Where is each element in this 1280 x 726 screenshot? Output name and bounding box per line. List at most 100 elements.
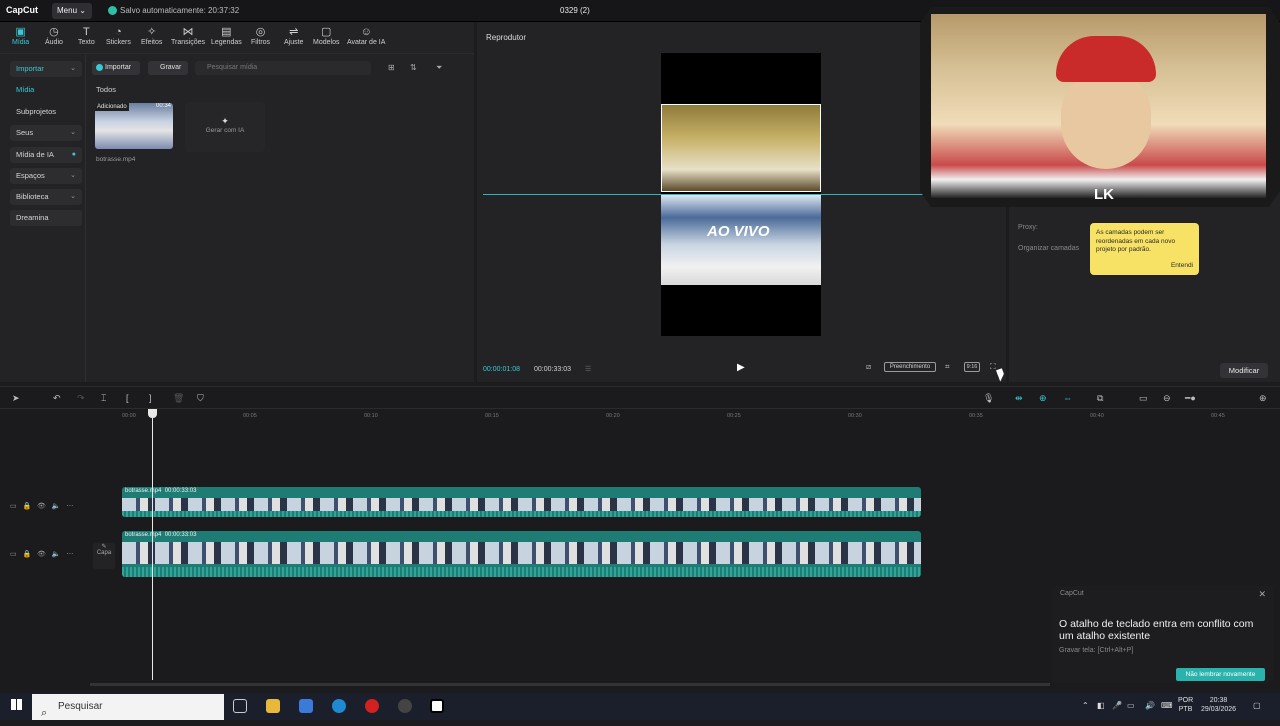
speaker-icon[interactable]: 🔈 <box>52 551 61 558</box>
sidebar-item-biblioteca[interactable]: Biblioteca ⌄ <box>10 189 82 205</box>
sidebar: Importar ⌄ Mídia Subprojetos Seus ⌄ Mídia … <box>0 55 86 382</box>
tool-transitions[interactable]: ⋈ Transições <box>171 26 205 46</box>
speaker-icon[interactable]: 🔈 <box>52 503 61 510</box>
opera-icon[interactable] <box>365 699 379 713</box>
play-icon[interactable]: ▶ <box>737 362 745 373</box>
tray-icon[interactable]: ◧ <box>1097 701 1105 710</box>
sidebar-item-seus[interactable]: Seus ⌄ <box>10 125 82 141</box>
caption-icon[interactable]: ▭ <box>1139 393 1148 404</box>
volume-icon[interactable]: 🔊 <box>1145 701 1155 710</box>
playhead-handle[interactable] <box>148 409 157 418</box>
video-clip-1[interactable]: botrasse.mp4 00:00:33:03 <box>122 487 921 517</box>
sticker-icon: ◔ <box>115 26 122 38</box>
eye-icon[interactable]: 👁 <box>37 503 46 510</box>
aspect-ratio-button[interactable]: 9:16 <box>964 362 980 372</box>
language-icon[interactable]: ⌨ <box>1161 701 1173 710</box>
tool-templates[interactable]: ▢ Modelos <box>313 26 339 46</box>
player-title: Reprodutor <box>486 33 527 42</box>
select-tool-icon[interactable]: ➤ <box>12 393 20 404</box>
close-icon[interactable]: ✕ <box>1258 589 1266 600</box>
notification-app: CapCut <box>1060 590 1084 597</box>
sidebar-item-midia-ia[interactable]: Mídia de IA ● <box>10 147 82 163</box>
capcut-taskbar-icon[interactable] <box>430 699 444 713</box>
chevron-up-icon[interactable]: ⌃ <box>1082 701 1089 710</box>
split-icon[interactable]: ⌶ <box>101 393 106 404</box>
redo-icon[interactable]: ↷ <box>77 393 85 404</box>
more-icon[interactable]: ⋯ <box>66 503 73 510</box>
tooltip-ok-button[interactable]: Entendi <box>1171 262 1193 271</box>
tool-text[interactable]: T Texto <box>78 26 95 46</box>
tool-captions[interactable]: ▤ Legendas <box>211 26 242 46</box>
link-icon[interactable]: ⇹ <box>1015 393 1023 404</box>
lock-icon[interactable]: 🔒 <box>22 503 31 510</box>
fill-mode-button[interactable]: Preenchimento <box>884 362 936 372</box>
ruler-tick: 00:15 <box>485 413 499 419</box>
main-video-layer[interactable]: AO VIVO <box>661 195 821 285</box>
edge-icon[interactable] <box>332 699 346 713</box>
tool-media[interactable]: ▣ Mídia <box>12 26 29 46</box>
eye-icon[interactable]: 👁 <box>37 551 46 558</box>
lock-icon[interactable]: 🔒 <box>22 551 31 558</box>
track-icon[interactable]: ▭ <box>10 503 17 510</box>
trim-left-icon[interactable]: [ <box>126 393 129 403</box>
media-search-input[interactable]: Pesquisar mídia <box>195 61 371 75</box>
sidebar-item-dreamina[interactable]: Dreamina <box>10 210 82 226</box>
crop-icon[interactable]: ⧄ <box>866 362 871 372</box>
tool-stickers[interactable]: ◔ Stickers <box>106 26 131 46</box>
network-icon[interactable]: ▭ <box>1127 701 1135 710</box>
magnet-icon[interactable]: ⊕ <box>1039 393 1047 404</box>
microphone-icon[interactable]: 🎙 <box>983 393 994 404</box>
filter-icon[interactable]: ⏷ <box>436 63 442 73</box>
person-face <box>1061 69 1151 169</box>
tool-filters[interactable]: ◎ Filtros <box>251 26 270 46</box>
obs-icon[interactable] <box>398 699 412 713</box>
grid-view-icon[interactable]: ⊞ <box>388 63 395 72</box>
dont-remind-button[interactable]: Não lembrar novamente <box>1176 668 1265 681</box>
video-clip-2[interactable]: botrasse.mp4 00:00:33:03 <box>122 531 921 577</box>
delete-icon[interactable]: 🗑 <box>173 393 184 404</box>
sidebar-item-midia[interactable]: Mídia <box>10 82 82 98</box>
notifications-icon[interactable]: ▢ <box>1253 701 1261 710</box>
task-view-icon[interactable] <box>233 699 247 713</box>
timeline-scrollbar[interactable] <box>90 683 1050 686</box>
sidebar-item-espacos[interactable]: Espaços ⌄ <box>10 168 82 184</box>
sort-icon[interactable]: ⇅ <box>410 63 417 72</box>
sidebar-item-subprojetos[interactable]: Subprojetos <box>10 104 82 120</box>
tool-audio[interactable]: ◷ Áudio <box>45 26 63 46</box>
zoom-slider[interactable]: ━● <box>1185 393 1196 404</box>
time-ruler[interactable]: 00:00 00:05 00:10 00:15 00:20 00:25 00:3… <box>0 410 1280 424</box>
undo-icon[interactable]: ↶ <box>53 393 61 404</box>
snap-icon[interactable]: ⇔ <box>1063 393 1072 403</box>
windows-start-icon[interactable] <box>11 699 22 710</box>
file-explorer-icon[interactable] <box>266 699 280 713</box>
media-thumbnail[interactable]: Adicionado 00:34 <box>95 103 173 149</box>
webcam-layer[interactable] <box>661 104 821 192</box>
tool-effects[interactable]: ✧ Efeitos <box>141 26 162 46</box>
zoom-out-icon[interactable]: ⊖ <box>1163 393 1171 404</box>
marker-icon[interactable]: ⛉ <box>197 393 204 404</box>
cover-button[interactable]: ✎ Capa <box>93 543 115 569</box>
system-clock[interactable]: 20:38 29/03/2026 <box>1201 696 1236 714</box>
store-icon[interactable] <box>299 699 313 713</box>
menu-button[interactable]: Menu ⌄ <box>52 3 92 19</box>
microphone-tray-icon[interactable]: 🎤 <box>1112 701 1122 710</box>
trim-right-icon[interactable]: ] <box>149 393 152 403</box>
tool-adjust[interactable]: ⇌ Ajuste <box>284 26 303 46</box>
playhead[interactable] <box>152 410 153 680</box>
screenshot-icon[interactable]: ⌗ <box>945 362 950 372</box>
input-language[interactable]: POR PTB <box>1178 696 1193 714</box>
chevron-down-icon: ⌄ <box>70 129 76 136</box>
fullscreen-icon[interactable]: ⛶ <box>990 362 996 372</box>
zoom-fit-icon[interactable]: ⊕ <box>1259 393 1267 404</box>
taskbar-search[interactable]: ⌕ Pesquisar <box>32 694 224 720</box>
list-icon[interactable]: ☰ <box>585 365 591 373</box>
more-icon[interactable]: ⋯ <box>66 551 73 558</box>
ruler-tick: 00:30 <box>848 413 862 419</box>
modify-button[interactable]: Modificar <box>1220 363 1268 378</box>
preview-axis-icon[interactable]: ⧉ <box>1097 393 1103 404</box>
track-icon[interactable]: ▭ <box>10 551 17 558</box>
generate-ai-card[interactable]: ✦ Gerar com IA <box>185 102 265 152</box>
sidebar-item-importar[interactable]: Importar ⌄ <box>10 61 82 77</box>
tool-avatar[interactable]: ☺ Avatar de IA <box>347 26 385 46</box>
record-button[interactable]: Gravar <box>148 61 188 75</box>
